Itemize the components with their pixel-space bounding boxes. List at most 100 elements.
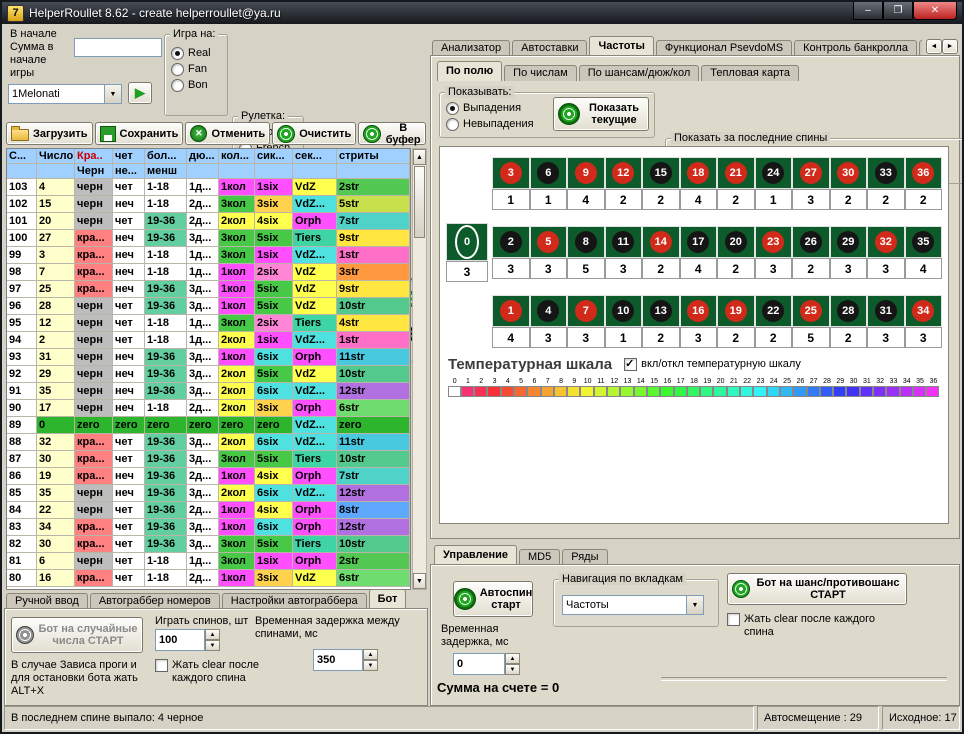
header-cell: Черн	[75, 164, 113, 179]
field-number-25[interactable]: 25	[792, 295, 830, 327]
field-number-3[interactable]: 3	[492, 157, 530, 189]
table-scrollbar[interactable]: ▲ ▼	[412, 148, 427, 590]
show-current-button[interactable]: Показать текущие	[553, 97, 649, 131]
tab-Частоты[interactable]: Частоты	[589, 36, 653, 56]
field-number-6[interactable]: 6	[530, 157, 568, 189]
autospin-button[interactable]: Автоспин старт	[453, 581, 533, 617]
tab-По полю[interactable]: По полю	[437, 61, 502, 81]
spins-up-icon[interactable]: ▲	[205, 629, 220, 640]
field-number-5[interactable]: 5	[530, 226, 568, 258]
start-sum-input[interactable]	[74, 38, 162, 57]
chance-bot-button[interactable]: Бот на шанс/противошанс СТАРТ	[727, 573, 907, 605]
field-number-32[interactable]: 32	[867, 226, 905, 258]
tab-scroll-right-icon[interactable]: ►	[942, 39, 958, 54]
field-number-8[interactable]: 8	[567, 226, 605, 258]
radio-Fan[interactable]: Fan	[171, 61, 223, 77]
field-number-1[interactable]: 1	[492, 295, 530, 327]
radio-Real[interactable]: Real	[171, 45, 223, 61]
radio-Bon[interactable]: Bon	[171, 77, 223, 93]
copy-buffer-button[interactable]: В буфер	[358, 122, 426, 145]
field-number-0[interactable]: 0	[446, 223, 488, 261]
field-number-29[interactable]: 29	[830, 226, 868, 258]
field-number-10[interactable]: 10	[605, 295, 643, 327]
field-number-30[interactable]: 30	[830, 157, 868, 189]
zero-column[interactable]: 0 3	[446, 157, 488, 348]
bot-clear-checkbox-row[interactable]: Жать clear после каждого спина	[155, 659, 300, 685]
tab-MD5[interactable]: MD5	[519, 549, 560, 565]
field-number-19[interactable]: 19	[717, 295, 755, 327]
field-number-22[interactable]: 22	[755, 295, 793, 327]
save-button[interactable]: Сохранить	[95, 122, 184, 145]
field-number-7[interactable]: 7	[567, 295, 605, 327]
field-number-35[interactable]: 35	[905, 226, 943, 258]
delay-up-icon[interactable]: ▲	[363, 649, 378, 660]
profile-combo[interactable]: 1Melonati ▼	[8, 84, 122, 104]
control-delay-up-icon[interactable]: ▲	[505, 653, 520, 664]
tab-Настройки автограббера[interactable]: Настройки автограббера	[222, 593, 367, 609]
field-number-15[interactable]: 15	[642, 157, 680, 189]
field-number-18[interactable]: 18	[680, 157, 718, 189]
scroll-down-icon[interactable]: ▼	[413, 573, 426, 589]
control-delay-down-icon[interactable]: ▼	[505, 664, 520, 675]
control-clear-checkbox-row[interactable]: Жать clear после каждого спина	[727, 613, 877, 639]
spins-down-icon[interactable]: ▼	[205, 640, 220, 651]
field-number-21[interactable]: 21	[717, 157, 755, 189]
scroll-up-icon[interactable]: ▲	[413, 149, 426, 165]
field-number-23[interactable]: 23	[755, 226, 793, 258]
bot-clear-checkbox[interactable]	[155, 659, 168, 672]
bot-delay-stepper[interactable]: 350 ▲▼	[313, 649, 378, 671]
field-number-31[interactable]: 31	[867, 295, 905, 327]
tab-Бот[interactable]: Бот	[369, 589, 407, 609]
field-number-36[interactable]: 36	[905, 157, 943, 189]
tab-Функционал PsevdoMS[interactable]: Функционал PsevdoMS	[656, 40, 792, 56]
field-number-27[interactable]: 27	[792, 157, 830, 189]
nav-dropdown-icon[interactable]: ▼	[686, 596, 703, 614]
tab-Ручной ввод[interactable]: Ручной ввод	[6, 593, 88, 609]
tab-Колесо[interactable]: Колесо	[919, 40, 922, 56]
tab-Контроль банкролла[interactable]: Контроль банкролла	[794, 40, 917, 56]
control-clear-checkbox[interactable]	[727, 613, 740, 626]
field-number-12[interactable]: 12	[605, 157, 643, 189]
clear-button[interactable]: Очистить	[272, 122, 356, 145]
temp-scale-checkbox-row[interactable]: вкл/откл температурную шкалу	[624, 358, 801, 371]
random-bot-button[interactable]: Бот на случайные числа СТАРТ	[11, 617, 143, 653]
field-number-26[interactable]: 26	[792, 226, 830, 258]
field-number-24[interactable]: 24	[755, 157, 793, 189]
tab-Управление[interactable]: Управление	[434, 545, 517, 565]
field-number-34[interactable]: 34	[905, 295, 943, 327]
close-button[interactable]: ✕	[913, 2, 957, 20]
spins-stepper[interactable]: 100 ▲▼	[155, 629, 220, 651]
control-delay-stepper[interactable]: 0 ▲▼	[453, 653, 520, 675]
field-number-20[interactable]: 20	[717, 226, 755, 258]
tab-По числам[interactable]: По числам	[504, 65, 577, 81]
tab-Автограббер номеров[interactable]: Автограббер номеров	[90, 593, 220, 609]
field-number-14[interactable]: 14	[642, 226, 680, 258]
field-number-9[interactable]: 9	[567, 157, 605, 189]
field-number-28[interactable]: 28	[830, 295, 868, 327]
field-number-16[interactable]: 16	[680, 295, 718, 327]
play-button[interactable]: ▶	[128, 82, 152, 104]
field-number-33[interactable]: 33	[867, 157, 905, 189]
combo-dropdown-icon[interactable]: ▼	[104, 85, 121, 103]
field-number-11[interactable]: 11	[605, 226, 643, 258]
field-number-4[interactable]: 4	[530, 295, 568, 327]
load-button[interactable]: Загрузить	[6, 122, 93, 145]
titlebar[interactable]: 7 HelperRoullet 8.62 - create helperroul…	[2, 2, 962, 24]
tab-scroll-left-icon[interactable]: ◄	[926, 39, 942, 54]
field-number-17[interactable]: 17	[680, 226, 718, 258]
results-table[interactable]: С...ЧислоКра..четбол...дю...кол...сик...…	[6, 148, 411, 590]
maximize-button[interactable]: ❐	[883, 2, 913, 20]
nav-combo[interactable]: Частоты ▼	[562, 595, 704, 615]
undo-button[interactable]: ✕Отменить	[185, 122, 270, 145]
tab-По шансам/дюж/кол[interactable]: По шансам/дюж/кол	[579, 65, 700, 81]
field-number-13[interactable]: 13	[642, 295, 680, 327]
tab-Анализатор[interactable]: Анализатор	[432, 40, 510, 56]
minimize-button[interactable]: –	[853, 2, 883, 20]
field-number-2[interactable]: 2	[492, 226, 530, 258]
tab-Ряды[interactable]: Ряды	[562, 549, 607, 565]
delay-down-icon[interactable]: ▼	[363, 660, 378, 671]
scrollbar-thumb[interactable]	[414, 166, 425, 238]
tab-Тепловая карта[interactable]: Тепловая карта	[701, 65, 799, 81]
temp-scale-checkbox[interactable]	[624, 358, 637, 371]
tab-Автоставки[interactable]: Автоставки	[512, 40, 587, 56]
